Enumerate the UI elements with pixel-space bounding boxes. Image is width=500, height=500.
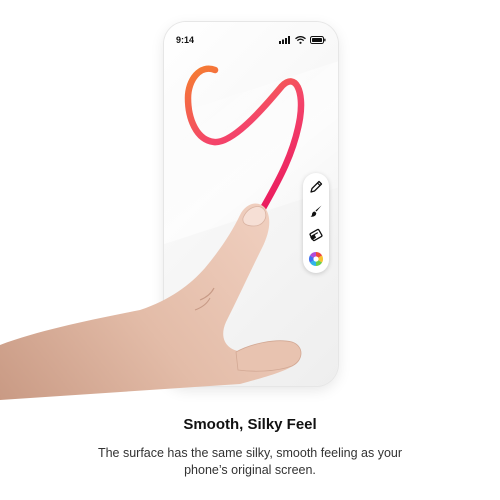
paintbrush-icon (310, 205, 322, 217)
eraser-tool-button[interactable] (306, 225, 326, 245)
hand-illustration (0, 203, 302, 400)
color-picker-button[interactable] (306, 249, 326, 269)
pencil-icon (310, 180, 323, 193)
caption-title: Smooth, Silky Feel (183, 416, 317, 433)
color-wheel-icon (309, 252, 323, 266)
brush-tool-button[interactable] (306, 201, 326, 221)
pencil-tool-button[interactable] (306, 177, 326, 197)
caption-body: The surface has the same silky, smooth f… (0, 445, 500, 479)
drawing-toolbar (303, 173, 329, 273)
caption-line-2: phone’s original screen. (184, 463, 316, 477)
caption-line-1: The surface has the same silky, smooth f… (97, 446, 403, 460)
caption: Smooth, Silky Feel The surface has the s… (0, 416, 500, 479)
product-scene: 9:14 (0, 0, 500, 400)
eraser-icon (309, 228, 323, 242)
